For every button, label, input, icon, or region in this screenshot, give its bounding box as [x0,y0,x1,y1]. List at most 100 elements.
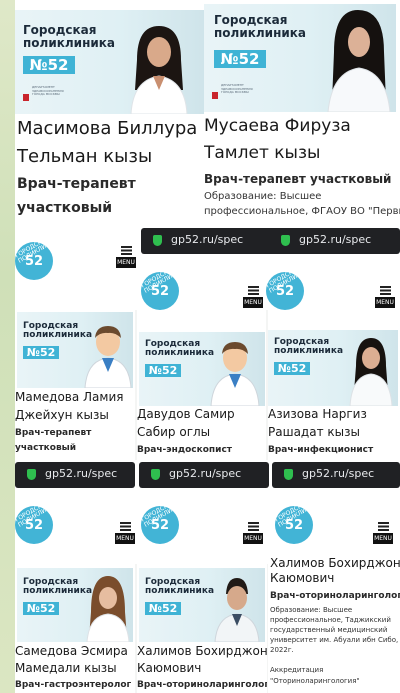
card-khalimov-details[interactable]: Халимов Бохирджон Каюмович Врач-оторинол… [268,556,400,693]
doctor-photo [327,10,391,112]
doctor-role-line1: Врач-оториноларинголог [137,680,267,690]
menu-label: MENU [115,533,135,544]
doctor-education-line2: профессиональное, ФГАОУ ВО "Первый [204,206,400,217]
doctor-avatar-icon [84,326,132,388]
card-banner: Городская поликлиника №52 ДЕПАРТАМЕНТ ЗД… [15,10,204,114]
doctor-photo [349,338,393,406]
doctor-role-line2: участковый [15,443,77,453]
doctor-role-line1: Врач-терапевт [15,428,92,438]
shield-icon [151,469,160,480]
card-samedova[interactable]: Городская поликлиника №52 Самедова Эсмир… [15,564,135,693]
doctor-role-line1: Врач-оториноларинголог [270,591,400,601]
address-bar-url: gp52.ru/spec [171,233,244,246]
doctor-name-line2: Каюмович [137,661,202,675]
card-mamedova[interactable]: Городская поликлиника №52 Мамедова Ламия… [15,310,135,462]
doctor-education-line1: Образование: Высшее [270,606,353,614]
menu-label: MENU [375,297,395,308]
menu-button[interactable]: MENU [116,246,136,268]
doctor-name-line2: Тельман кызы [17,146,153,167]
banner-number: №52 [23,56,75,74]
card-banner: Городская поликлиника №52 [17,312,133,388]
clinic-logo-icon[interactable]: ГОРОДСКАЯ ПОЛИКЛИНИКА 52 [15,242,53,280]
clinic-logo-icon[interactable]: ГОРОДСКАЯ ПОЛИКЛИНИКА 52 [275,506,313,544]
banner-city: Городская поликлиника [23,23,116,50]
doctor-name-line2: Сабир оглы [137,425,211,439]
card-azizova[interactable]: Городская поликлиника №52 Азизова Наргиз… [268,310,400,462]
card-banner: Городская поликлиника №52 ДЕПАРТАМЕНТ ЗД… [204,4,396,112]
menu-button[interactable]: MENU [375,286,395,308]
card-banner: Городская поликлиника №52 [139,332,265,406]
doctor-education-line3: государственный медицинский [270,626,388,634]
banner-number: №52 [23,602,59,615]
logo-number: 52 [24,518,44,533]
menu-button[interactable]: MENU [373,522,393,544]
doctor-name-line1: Самедова Эсмира [15,644,128,658]
doctor-name-line1: Масимова Биллура [17,118,198,139]
address-bar-url: gp52.ru/spec [299,233,372,246]
banner-city: Городская поликлиника [214,13,307,40]
address-bar[interactable]: gp52.ru/spec [139,462,269,488]
doctor-name-line1: Мусаева Фируза [204,116,351,136]
card-musaeva[interactable]: Городская поликлиника №52 ДЕПАРТАМЕНТ ЗД… [204,0,400,230]
card-khalimov[interactable]: Городская поликлиника №52 Халимов Бохирд… [137,564,267,693]
hamburger-icon [120,246,132,255]
address-bar[interactable]: gp52.ru/spec [269,228,400,254]
address-bar[interactable]: gp52.ru/spec [272,462,400,488]
banner-number: №52 [214,50,266,68]
address-bar-url: gp52.ru/spec [169,467,242,480]
doctor-role-line1: Врач-терапевт участковый [204,172,392,186]
moscow-health-logo: ДЕПАРТАМЕНТ ЗДРАВООХРАНЕНИЯ ГОРОДА МОСКВ… [23,85,64,105]
doctor-name-line2: Рашадат кызы [268,425,360,439]
doctor-role-line1: Врач-инфекционист [268,445,374,455]
doctor-education-line4: университет им. Абуали ибн Сибо, [270,636,399,644]
menu-label: MENU [243,297,263,308]
doctor-name-line1: Азизова Наргиз [268,407,367,421]
clinic-logo-icon[interactable]: ГОРОДСКАЯ ПОЛИКЛИНИКА 52 [141,506,179,544]
address-bar-url: gp52.ru/spec [45,467,118,480]
banner-city: Городская поликлиника [274,337,344,357]
doctor-role-line1: Врач-гастроэнтеролог [15,680,132,690]
card-davudov[interactable]: Городская поликлиника №52 Давудов Самир … [137,310,266,462]
menu-label: MENU [373,533,393,544]
clinic-logo-icon[interactable]: ГОРОДСКАЯ ПОЛИКЛИНИКА 52 [266,272,304,310]
banner-city: Городская поликлиника [145,577,215,597]
hamburger-icon [247,522,259,531]
left-edge-frame [0,0,15,693]
shield-icon [281,235,290,246]
address-bar[interactable]: gp52.ru/spec [15,462,135,488]
menu-button[interactable]: MENU [243,522,263,544]
doctor-role-line1: Врач-терапевт [17,176,136,192]
phone-strip-1: gp52.ru/spec gp52.ru/spec ГОРОДСКАЯ ПОЛИ… [15,228,400,310]
doctor-name-line2: Джейхун кызы [15,408,109,422]
hamburger-icon [247,286,259,295]
banner-number: №52 [23,346,59,359]
hamburger-icon [119,522,131,531]
shield-icon [284,469,293,480]
card-banner: Городская поликлиника №52 [17,568,133,642]
menu-button[interactable]: MENU [115,522,135,544]
logo-number: 52 [24,254,44,269]
doctor-education-line1: Образование: Высшее [204,191,322,202]
doctor-name-line2: Мамедали кызы [15,661,117,675]
card-banner: Городская поликлиника №52 [268,330,398,406]
address-bar[interactable]: gp52.ru/spec [141,228,280,254]
collage: Городская поликлиника №52 ДЕПАРТАМЕНТ ЗД… [0,0,400,693]
banner-caption: ДЕПАРТАМЕНТ ЗДРАВООХРАНЕНИЯ ГОРОДА МОСКВ… [32,85,64,96]
hamburger-icon [377,522,389,531]
shield-icon [27,469,36,480]
card-masimova[interactable]: Городская поликлиника №52 ДЕПАРТАМЕНТ ЗД… [15,0,204,230]
clinic-logo-icon[interactable]: ГОРОДСКАЯ ПОЛИКЛИНИКА 52 [141,272,179,310]
doctor-accreditation-line2: "Оториноларингология" [270,677,360,685]
banner-number: №52 [274,362,310,375]
banner-caption: ДЕПАРТАМЕНТ ЗДРАВООХРАНЕНИЯ ГОРОДА МОСКВ… [221,83,253,94]
doctor-avatar-icon [210,342,260,406]
banner-city: Городская поликлиника [145,339,215,359]
clinic-logo-icon[interactable]: ГОРОДСКАЯ ПОЛИКЛИНИКА 52 [15,506,53,544]
doctor-photo [130,26,188,114]
doctor-name-line1: Давудов Самир [137,407,235,421]
doctor-role-line2: участковый [17,200,113,216]
menu-label: MENU [243,533,263,544]
menu-button[interactable]: MENU [243,286,263,308]
doctor-name-line1: Халимов Бохирджон [270,556,400,570]
address-bar-url: gp52.ru/spec [302,467,375,480]
